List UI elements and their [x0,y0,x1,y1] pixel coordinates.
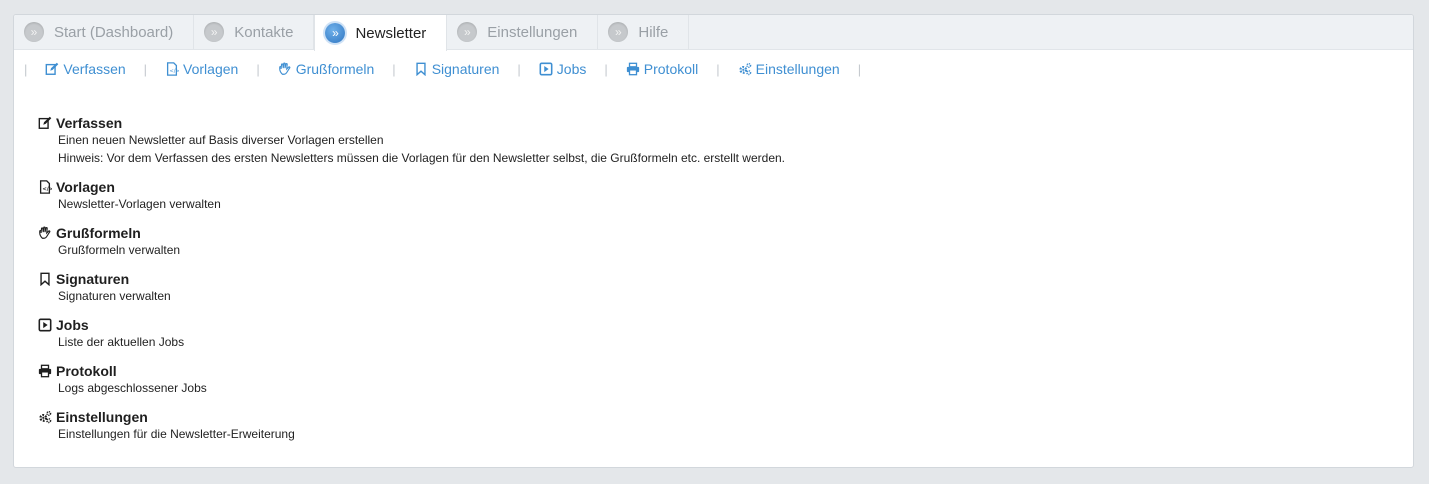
edit-icon [38,116,56,130]
subnav-link-label: Signaturen [431,61,500,77]
subnav-separator: | [716,61,720,77]
tab-newsletter[interactable]: » Newsletter [314,15,448,51]
play-icon [38,318,56,332]
subnav-link-protokoll[interactable]: Protokoll [626,61,698,77]
tab-bullet-icon: » [204,22,225,42]
section-description: Einen neuen Newsletter auf Basis diverse… [58,133,384,147]
svg-text:</>: </> [42,186,52,192]
subnav-separator: | [517,61,521,77]
tab-kontakte[interactable]: » Kontakte [194,15,315,49]
tab-label: Einstellungen [487,23,578,41]
newsletter-panel: » Start (Dashboard) » Kontakte » Newsletter » E… [13,14,1414,468]
section-heading: Verfassen [38,114,1413,131]
section-signaturen: Signaturen Signaturen verwalten [38,270,1413,305]
section-title: Vorlagen [56,178,115,195]
subnav-link-verfassen[interactable]: Verfassen [45,61,126,77]
hand-icon [278,62,296,76]
tab-einstellungen[interactable]: » Einstellungen [447,15,599,49]
subnav-link-label: Verfassen [63,61,126,77]
tab-label: Kontakte [234,23,294,41]
tab-start-dashboard[interactable]: » Start (Dashboard) [14,15,195,49]
section-jobs: Jobs Liste der aktuellen Jobs [38,316,1413,351]
section-heading: Protokoll [38,362,1413,379]
section-description: Signaturen verwalten [58,289,171,303]
tab-bullet-icon: » [457,22,478,42]
subnav-separator: | [143,61,148,77]
section-protokoll: Protokoll Logs abgeschlossener Jobs [38,362,1413,397]
newsletter-subnav: | Verfassen | </> Vorlagen | Grußformeln | Signa… [14,50,1413,88]
subnav-link-grussformeln[interactable]: Grußformeln [278,61,375,77]
section-description: Newsletter-Vorlagen verwalten [58,197,221,211]
gears-icon [38,410,56,424]
subnav-link-label: Jobs [556,61,587,77]
section-title: Einstellungen [56,408,148,425]
tab-hilfe[interactable]: » Hilfe [598,15,690,49]
tab-label: Start (Dashboard) [54,23,174,41]
tab-bullet-icon: » [325,23,346,43]
subnav-separator: | [604,61,608,77]
subnav-separator: | [392,61,396,77]
tab-bullet-icon: » [24,22,44,42]
subnav-link-vorlagen[interactable]: </> Vorlagen [165,61,238,77]
section-description: Hinweis: Vor dem Verfassen des ersten Ne… [58,151,785,165]
subnav-link-label: Vorlagen [183,61,239,77]
section-description: Liste der aktuellen Jobs [58,335,185,349]
bookmark-icon [38,272,56,286]
tab-bullet-icon: » [608,22,629,42]
subnav-link-label: Grußformeln [295,61,375,77]
section-title: Signaturen [56,270,130,287]
subnav-link-einstellungen[interactable]: Einstellungen [738,61,840,77]
tab-label: Newsletter [355,24,427,42]
section-title: Verfassen [56,114,123,131]
subnav-link-label: Einstellungen [755,61,840,77]
section-title: Grußformeln [56,224,141,241]
section-grussformeln: Grußformeln Grußformeln verwalten [38,224,1413,259]
printer-icon [626,62,644,76]
section-description: Einstellungen für die Newsletter-Erweite… [58,427,295,441]
section-einstellungen: Einstellungen Einstellungen für die Newsl… [38,408,1413,443]
subnav-link-jobs[interactable]: Jobs [539,61,587,77]
subnav-separator: | [857,61,862,77]
section-heading: </> Vorlagen [38,178,1413,195]
printer-icon [38,364,56,378]
section-verfassen: Verfassen Einen neuen Newsletter auf Basi… [38,114,1413,167]
main-tabbar: » Start (Dashboard) » Kontakte » Newsletter » E… [14,15,1413,51]
subnav-separator: | [256,61,260,77]
section-heading: Einstellungen [38,408,1413,425]
section-vorlagen: </> Vorlagen Newsletter-Vorlagen verwalten [38,178,1413,213]
tab-label: Hilfe [638,23,669,41]
template-icon: </> [165,62,183,76]
edit-icon [45,62,63,76]
section-description: Logs abgeschlossener Jobs [58,381,207,395]
svg-text:</>: </> [169,69,179,75]
section-description: Grußformeln verwalten [58,243,181,257]
section-title: Jobs [56,316,89,333]
template-icon: </> [38,179,56,194]
section-heading: Grußformeln [38,224,1413,241]
gears-icon [738,62,756,76]
subnav-separator: | [24,61,28,77]
play-icon [539,62,557,76]
bookmark-icon [414,62,432,76]
section-title: Protokoll [56,362,117,379]
section-heading: Signaturen [38,270,1413,287]
section-heading: Jobs [38,316,1413,333]
subnav-link-label: Protokoll [643,61,699,77]
hand-icon [38,226,56,240]
newsletter-overview: Verfassen Einen neuen Newsletter auf Basi… [14,88,1413,443]
subnav-link-signaturen[interactable]: Signaturen [414,61,500,77]
